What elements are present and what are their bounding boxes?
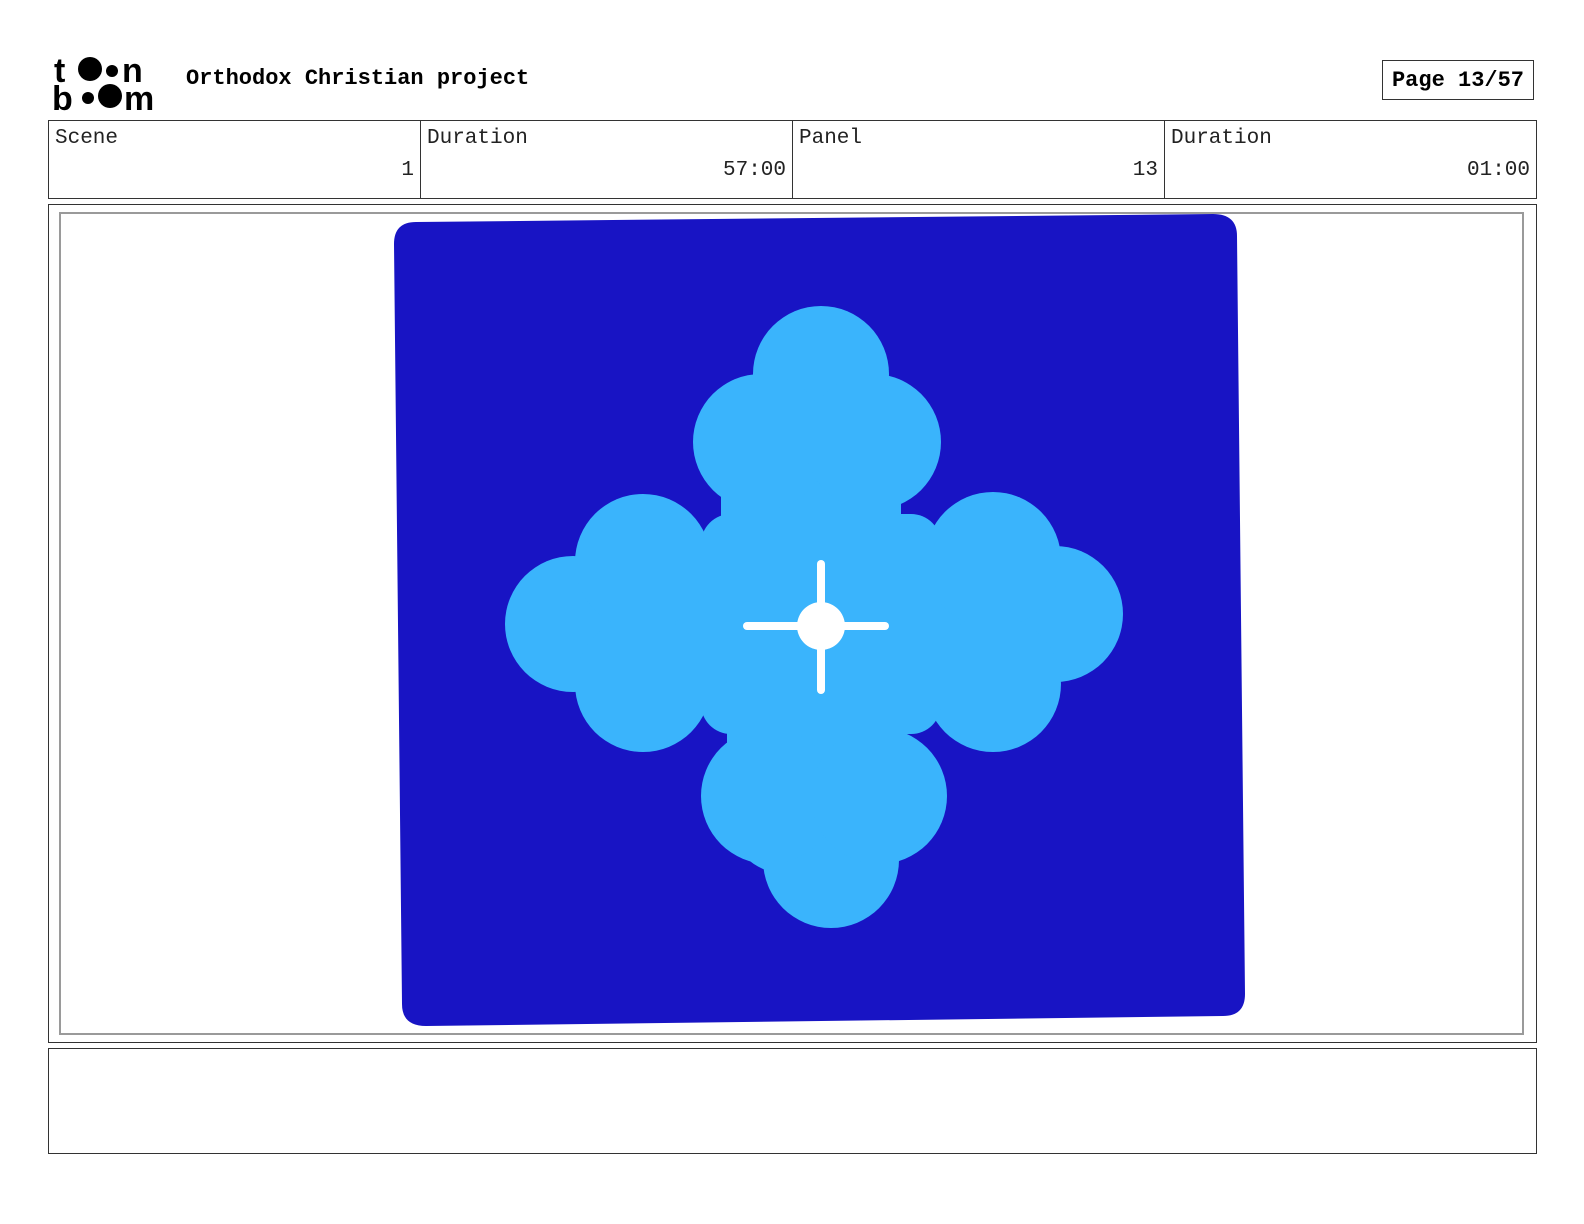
- scene-duration-value: 57:00: [722, 159, 786, 182]
- panel-notes-box: [48, 1048, 1537, 1154]
- panel-cell: Panel 13: [793, 121, 1165, 198]
- panel-artwork: [394, 214, 1245, 1026]
- panel-value: 13: [1132, 159, 1158, 182]
- page-label: Page 13/57: [1391, 67, 1525, 93]
- scene-label: Scene: [55, 127, 119, 150]
- panel-duration-label: Duration: [1171, 127, 1272, 150]
- scene-duration-cell: Duration 57:00: [421, 121, 793, 198]
- scene-info-table: Scene 1 Duration 57:00 Panel 13 Duration…: [48, 120, 1537, 199]
- project-title: Orthodox Christian project: [186, 66, 530, 91]
- storyboard-panel-image: [59, 212, 1524, 1035]
- svg-text:m: m: [124, 80, 154, 112]
- svg-text:b: b: [52, 80, 73, 112]
- panel-label: Panel: [799, 127, 863, 150]
- scene-duration-label: Duration: [427, 127, 528, 150]
- panel-duration-cell: Duration 01:00: [1165, 121, 1536, 198]
- scene-cell: Scene 1: [49, 121, 421, 198]
- panel-duration-value: 01:00: [1466, 159, 1530, 182]
- scene-value: 1: [401, 159, 414, 182]
- toon-boom-logo: t n b m: [52, 52, 154, 112]
- page-indicator: Page 13/57: [1382, 60, 1534, 100]
- storyboard-panel-frame: [48, 204, 1537, 1043]
